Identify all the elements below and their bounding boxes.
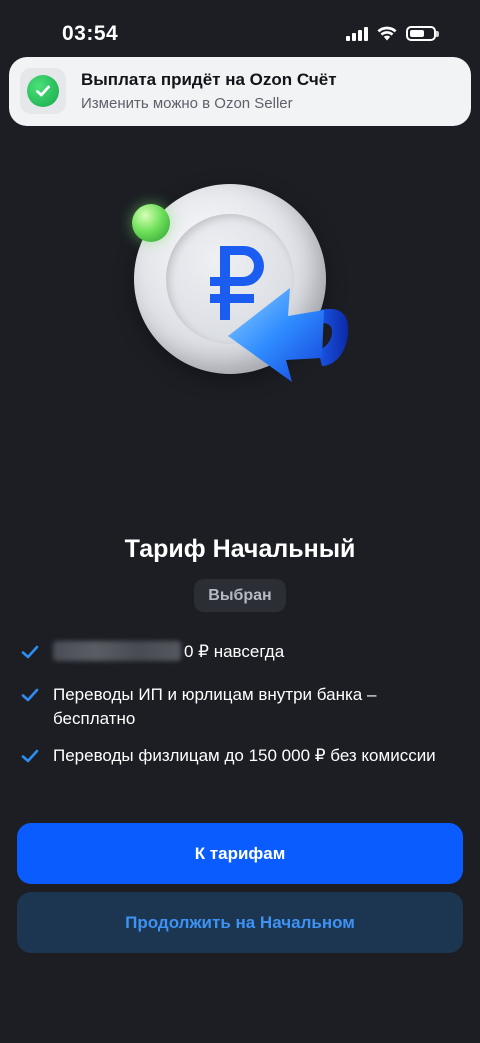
check-icon <box>21 645 39 659</box>
status-icons <box>346 26 439 41</box>
to-tariffs-button[interactable]: К тарифам <box>17 823 463 884</box>
notification-subtitle: Изменить можно в Ozon Seller <box>81 95 293 112</box>
notification-app-icon <box>20 68 66 114</box>
signal-icon <box>346 26 368 41</box>
status-bar: 03:54 <box>0 0 480 56</box>
check-icon <box>21 688 39 702</box>
blue-arrow-icon <box>228 288 349 382</box>
wifi-icon <box>377 26 397 41</box>
check-circle-icon <box>27 75 59 107</box>
notification-banner[interactable]: Выплата придёт на Ozon Счёт Изменить мож… <box>9 57 471 126</box>
feature-text: Переводы физлицам до 150 000 ₽ без комис… <box>53 746 436 765</box>
battery-icon <box>406 26 439 41</box>
feature-text: Переводы ИП и юрлицам внутри банка – бес… <box>53 685 377 728</box>
ruble-coin-illustration <box>124 178 360 384</box>
status-time: 03:54 <box>62 22 119 45</box>
notification-title: Выплата придёт на Ozon Счёт <box>81 70 337 89</box>
feature-text: 0 ₽ навсегда <box>53 640 463 664</box>
blurred-text <box>53 641 181 661</box>
green-orb-icon <box>132 204 170 242</box>
selected-badge: Выбран <box>194 579 286 612</box>
check-icon <box>21 749 39 763</box>
app-screen: 03:54 Выплата придёт на Ozon Счёт Измени… <box>0 0 480 1043</box>
continue-basic-button[interactable]: Продолжить на Начальном <box>17 892 463 953</box>
plan-title: Тариф Начальный <box>124 535 356 563</box>
